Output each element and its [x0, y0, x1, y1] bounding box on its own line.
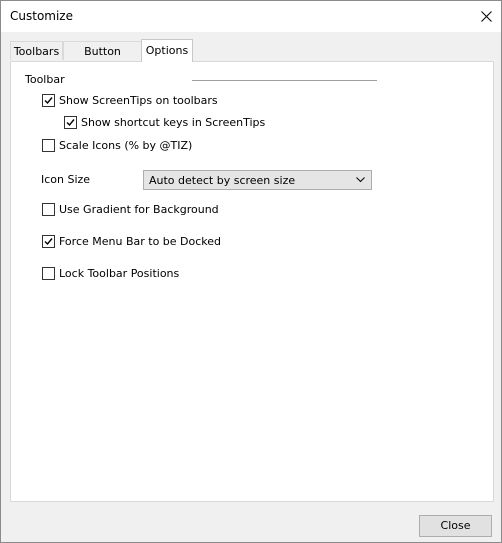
close-icon — [481, 11, 492, 22]
scale-icons-checkbox[interactable]: Scale Icons (% by @TIZ) — [42, 139, 192, 152]
checkmark-icon — [44, 97, 53, 105]
force-menu-bar-checkbox[interactable]: Force Menu Bar to be Docked — [42, 235, 221, 248]
icon-size-value: Auto detect by screen size — [149, 174, 296, 187]
checkbox-box — [42, 203, 55, 216]
checkbox-box — [42, 235, 55, 248]
use-gradient-checkbox[interactable]: Use Gradient for Background — [42, 203, 219, 216]
show-screentips-label: Show ScreenTips on toolbars — [59, 94, 218, 107]
close-button[interactable]: Close — [419, 515, 492, 537]
show-shortcut-keys-checkbox[interactable]: Show shortcut keys in ScreenTips — [64, 116, 265, 129]
title-bar: Customize — [1, 1, 501, 32]
show-shortcut-keys-label: Show shortcut keys in ScreenTips — [81, 116, 266, 129]
checkbox-box — [42, 267, 55, 280]
tab-button-groups[interactable]: Button Groups — [63, 41, 142, 77]
lock-toolbar-checkbox[interactable]: Lock Toolbar Positions — [42, 267, 179, 280]
show-screentips-checkbox[interactable]: Show ScreenTips on toolbars — [42, 94, 218, 107]
icon-size-label: Icon Size — [41, 173, 91, 186]
options-panel: Toolbar Show ScreenTips on toolbars Show… — [10, 61, 494, 502]
group-divider — [192, 80, 377, 81]
scale-icons-label: Scale Icons (% by @TIZ) — [59, 139, 193, 152]
customize-dialog: Customize Toolbars Button Groups Options… — [0, 0, 502, 543]
checkbox-box — [64, 116, 77, 129]
toolbar-group-label: Toolbar — [25, 73, 65, 86]
checkmark-icon — [44, 238, 53, 246]
window-close-button[interactable] — [473, 5, 499, 27]
chevron-down-icon — [356, 177, 365, 183]
use-gradient-label: Use Gradient for Background — [59, 203, 219, 216]
lock-toolbar-label: Lock Toolbar Positions — [59, 267, 180, 280]
checkbox-box — [42, 139, 55, 152]
icon-size-select[interactable]: Auto detect by screen size — [143, 170, 372, 190]
tab-options[interactable]: Options — [141, 39, 193, 62]
checkmark-icon — [66, 119, 75, 127]
force-menu-bar-label: Force Menu Bar to be Docked — [59, 235, 222, 248]
window-title: Customize — [10, 9, 73, 23]
checkbox-box — [42, 94, 55, 107]
tab-toolbars[interactable]: Toolbars — [10, 41, 63, 60]
